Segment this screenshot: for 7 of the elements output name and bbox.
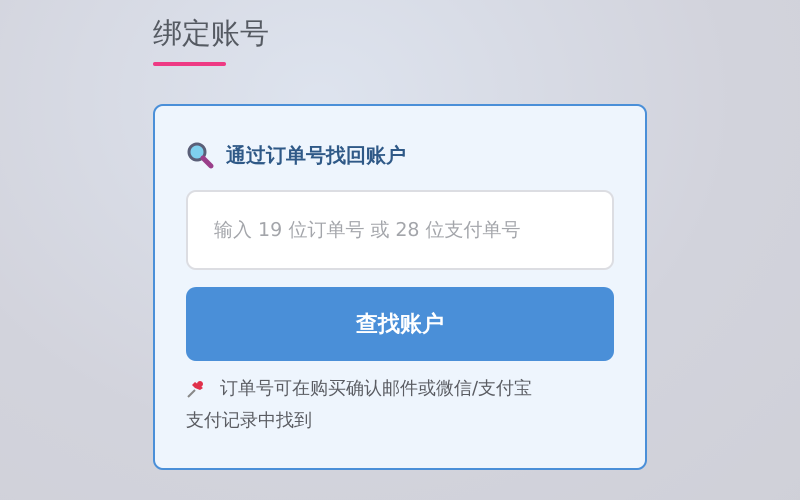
hint-text: 订单号可在购买确认邮件或微信/支付宝	[220, 377, 532, 401]
page-title: 绑定账号	[153, 15, 269, 52]
card-heading: 通过订单号找回账户	[226, 142, 406, 169]
magnifier-icon	[186, 141, 214, 169]
find-account-button[interactable]: 查找账户	[186, 287, 614, 361]
order-number-field[interactable]: 输入 19 位订单号 或 28 位支付单号	[186, 190, 614, 270]
hint-text: 支付记录中找到	[186, 409, 312, 433]
